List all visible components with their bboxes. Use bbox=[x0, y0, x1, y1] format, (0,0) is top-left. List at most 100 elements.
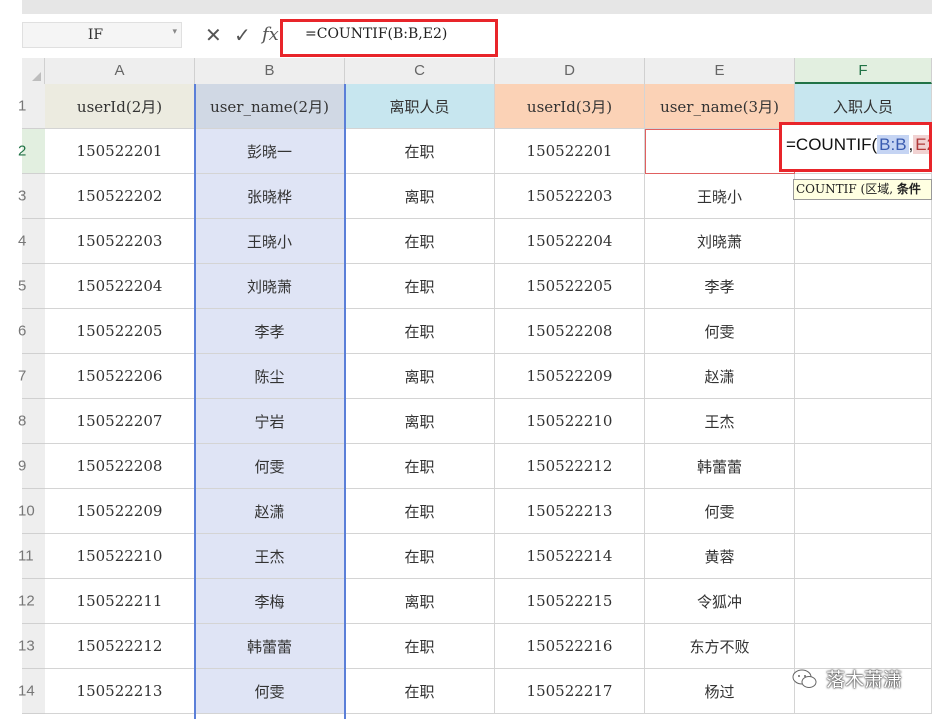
header-cell[interactable]: user_name(2月) bbox=[195, 84, 345, 129]
table-cell[interactable]: 150522209 bbox=[495, 354, 645, 399]
table-cell[interactable]: 150522217 bbox=[495, 669, 645, 714]
table-cell[interactable]: 150522212 bbox=[45, 624, 195, 669]
table-cell[interactable]: 在职 bbox=[345, 309, 495, 354]
table-cell[interactable]: 150522201 bbox=[495, 129, 645, 174]
table-cell[interactable]: 离职 bbox=[345, 579, 495, 624]
fx-icon[interactable]: fx bbox=[262, 22, 279, 48]
table-cell[interactable]: 张晓桦 bbox=[195, 174, 345, 219]
table-cell[interactable]: 150522214 bbox=[495, 534, 645, 579]
table-cell[interactable]: 150522208 bbox=[45, 444, 195, 489]
table-cell[interactable]: 150522211 bbox=[45, 579, 195, 624]
row-header-14[interactable]: 14 bbox=[18, 669, 45, 714]
table-cell[interactable]: 王杰 bbox=[195, 534, 345, 579]
row-header-3[interactable]: 3 bbox=[18, 174, 45, 219]
column-header-d[interactable]: D bbox=[495, 58, 645, 84]
table-cell[interactable]: 150522205 bbox=[45, 309, 195, 354]
column-header-c[interactable]: C bbox=[345, 58, 495, 84]
chevron-down-icon[interactable]: ▾ bbox=[172, 27, 177, 37]
table-cell[interactable]: 150522207 bbox=[45, 399, 195, 444]
table-cell[interactable]: 150522201 bbox=[45, 129, 195, 174]
table-cell[interactable] bbox=[795, 219, 932, 264]
table-cell[interactable] bbox=[795, 624, 932, 669]
table-cell[interactable] bbox=[795, 354, 932, 399]
table-cell[interactable]: 150522206 bbox=[45, 354, 195, 399]
table-cell[interactable]: 宁岩 bbox=[195, 399, 345, 444]
table-cell[interactable]: 在职 bbox=[345, 264, 495, 309]
table-cell[interactable]: 在职 bbox=[345, 444, 495, 489]
table-cell[interactable]: 李孝 bbox=[645, 264, 795, 309]
row-header-10[interactable]: 10 bbox=[18, 489, 45, 534]
column-header-f[interactable]: F bbox=[795, 58, 932, 84]
name-box[interactable]: IF ▾ bbox=[22, 22, 182, 48]
table-cell[interactable]: 赵潇 bbox=[645, 354, 795, 399]
table-cell[interactable]: 150522210 bbox=[495, 399, 645, 444]
table-cell[interactable] bbox=[795, 489, 932, 534]
row-header-5[interactable]: 5 bbox=[18, 264, 45, 309]
cell-edit-formula[interactable]: =COUNTIF(B:B,E2 bbox=[786, 135, 929, 155]
table-cell[interactable]: 150522202 bbox=[45, 174, 195, 219]
table-cell[interactable]: 150522213 bbox=[45, 669, 195, 714]
table-cell[interactable]: 离职 bbox=[345, 399, 495, 444]
column-header-a[interactable]: A bbox=[45, 58, 195, 84]
table-cell[interactable]: 东方不败 bbox=[645, 624, 795, 669]
cell-edit-box[interactable]: =COUNTIF(B:B,E2 bbox=[779, 122, 932, 172]
row-header-13[interactable]: 13 bbox=[18, 624, 45, 669]
row-header-2[interactable]: 2 bbox=[18, 129, 45, 174]
row-header-4[interactable]: 4 bbox=[18, 219, 45, 264]
formula-input[interactable]: =COUNTIF(B:B,E2) bbox=[305, 26, 447, 42]
table-cell[interactable]: 离职 bbox=[345, 174, 495, 219]
table-cell[interactable]: 韩蕾蕾 bbox=[645, 444, 795, 489]
row-header-11[interactable]: 11 bbox=[18, 534, 45, 579]
table-cell[interactable]: 150522212 bbox=[495, 444, 645, 489]
table-cell[interactable]: 在职 bbox=[345, 129, 495, 174]
table-cell[interactable]: 王晓小 bbox=[645, 174, 795, 219]
row-header-8[interactable]: 8 bbox=[18, 399, 45, 444]
check-icon[interactable]: ✓ bbox=[234, 22, 251, 48]
table-cell[interactable]: 李梅 bbox=[195, 579, 345, 624]
header-cell[interactable]: user_name(3月) bbox=[645, 84, 795, 129]
x-icon[interactable]: ✕ bbox=[205, 22, 222, 48]
table-cell[interactable]: 杨过 bbox=[645, 669, 795, 714]
table-cell[interactable]: 王晓小 bbox=[195, 219, 345, 264]
table-cell[interactable]: 彭晓一 bbox=[195, 129, 345, 174]
table-cell[interactable]: 王杰 bbox=[645, 399, 795, 444]
header-cell[interactable]: userId(3月) bbox=[495, 84, 645, 129]
table-cell[interactable]: 在职 bbox=[345, 534, 495, 579]
table-cell[interactable]: 离职 bbox=[345, 354, 495, 399]
table-cell[interactable]: 在职 bbox=[345, 624, 495, 669]
table-cell[interactable]: 何雯 bbox=[645, 489, 795, 534]
row-header-9[interactable]: 9 bbox=[18, 444, 45, 489]
table-cell[interactable]: 150522209 bbox=[45, 489, 195, 534]
table-cell[interactable]: 150522210 bbox=[45, 534, 195, 579]
table-cell[interactable]: 韩蕾蕾 bbox=[195, 624, 345, 669]
row-header-7[interactable]: 7 bbox=[18, 354, 45, 399]
table-cell[interactable]: 150522203 bbox=[45, 219, 195, 264]
table-cell[interactable]: 陈尘 bbox=[195, 354, 345, 399]
table-cell[interactable]: 在职 bbox=[345, 219, 495, 264]
select-all-corner[interactable] bbox=[22, 58, 45, 84]
table-cell[interactable]: 何雯 bbox=[645, 309, 795, 354]
row-header-1[interactable]: 1 bbox=[18, 84, 45, 129]
table-cell[interactable]: 150522204 bbox=[45, 264, 195, 309]
table-cell[interactable]: 150522208 bbox=[495, 309, 645, 354]
table-cell[interactable]: 刘晓萧 bbox=[645, 219, 795, 264]
header-cell[interactable]: 离职人员 bbox=[345, 84, 495, 129]
table-cell[interactable]: 150522213 bbox=[495, 489, 645, 534]
table-cell[interactable]: 刘晓萧 bbox=[195, 264, 345, 309]
table-cell[interactable] bbox=[795, 399, 932, 444]
column-header-e[interactable]: E bbox=[645, 58, 795, 84]
row-header-6[interactable]: 6 bbox=[18, 309, 45, 354]
table-cell[interactable]: 150522204 bbox=[495, 219, 645, 264]
table-cell[interactable]: 150522205 bbox=[495, 264, 645, 309]
table-cell[interactable]: 在职 bbox=[345, 669, 495, 714]
table-cell[interactable]: 在职 bbox=[345, 489, 495, 534]
table-cell[interactable] bbox=[795, 579, 932, 624]
column-header-b[interactable]: B bbox=[195, 58, 345, 84]
table-cell[interactable] bbox=[795, 309, 932, 354]
table-cell[interactable]: 令狐冲 bbox=[645, 579, 795, 624]
table-cell[interactable]: 赵潇 bbox=[195, 489, 345, 534]
table-cell[interactable]: 150522203 bbox=[495, 174, 645, 219]
table-cell[interactable]: 何雯 bbox=[195, 444, 345, 489]
table-cell[interactable]: 黄蓉 bbox=[645, 534, 795, 579]
table-cell[interactable]: 何雯 bbox=[195, 669, 345, 714]
